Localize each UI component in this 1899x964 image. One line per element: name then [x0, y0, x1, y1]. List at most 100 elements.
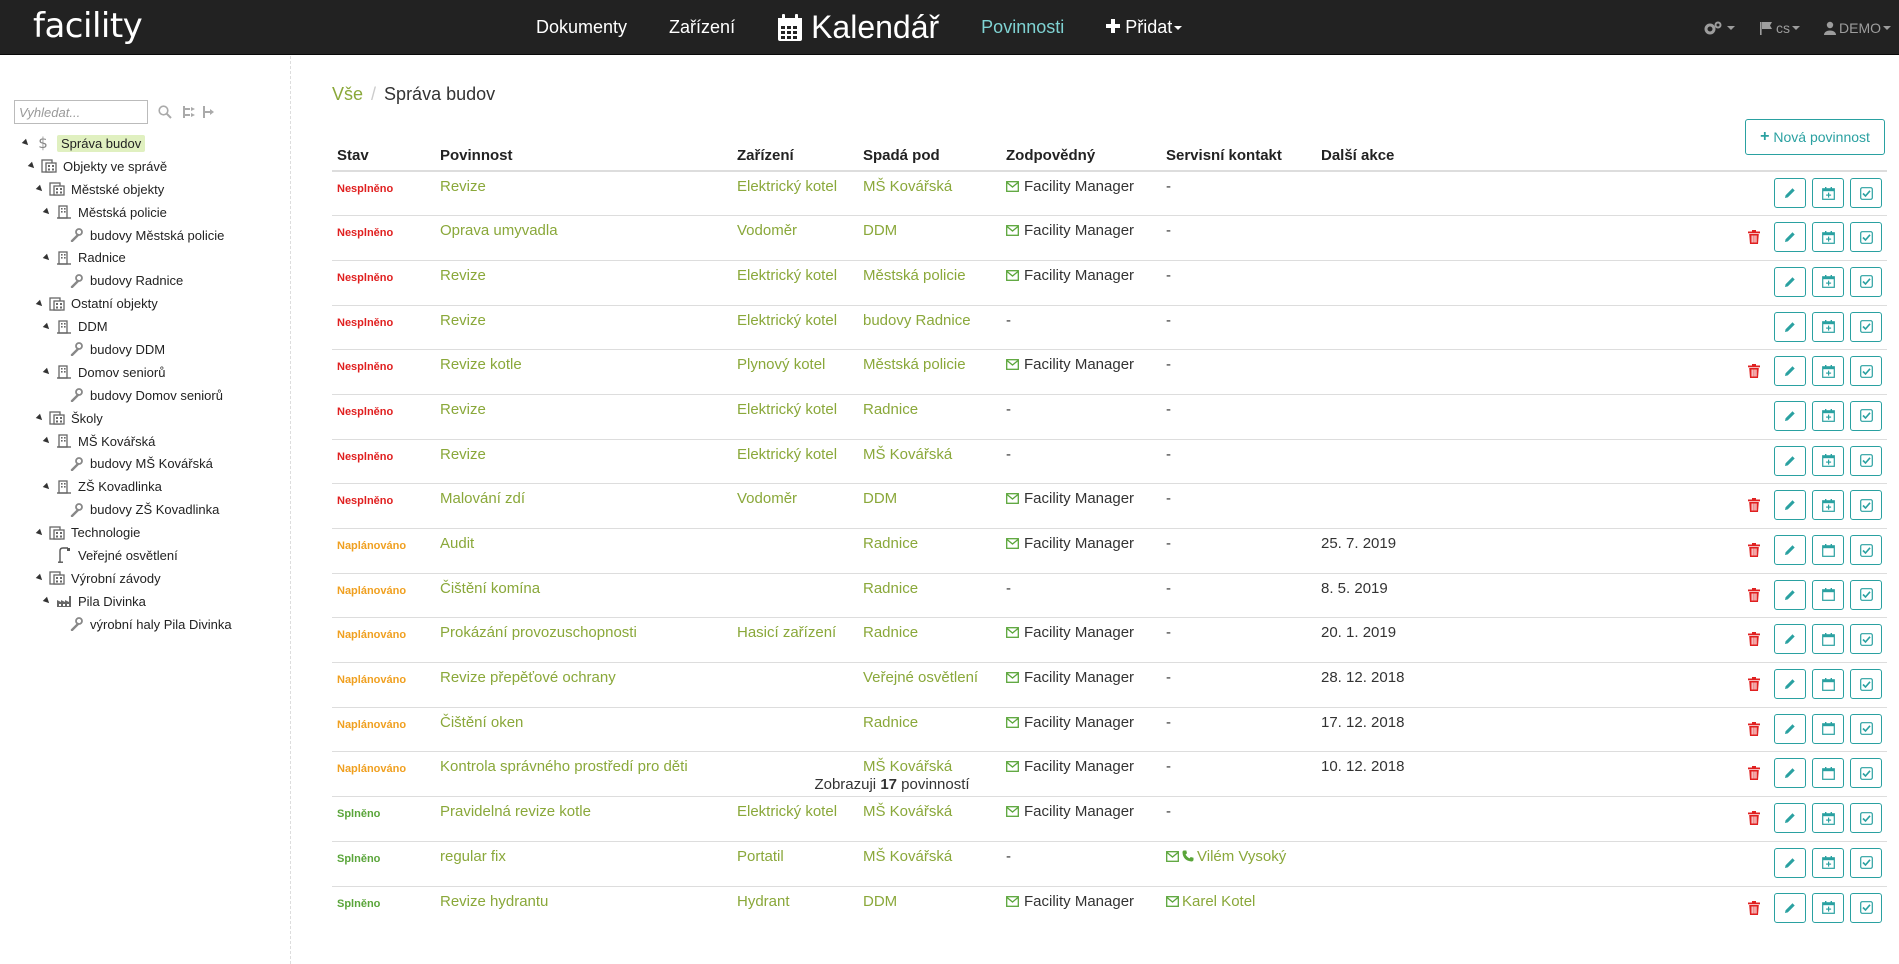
tree-node[interactable]: budovy Radnice	[14, 269, 290, 292]
trash-icon[interactable]	[1748, 900, 1762, 915]
belongs-to-link[interactable]: DDM	[863, 222, 897, 239]
expand-toggle-icon[interactable]	[35, 574, 45, 583]
obligation-link[interactable]: Revize kotle	[440, 356, 522, 373]
trash-icon[interactable]	[1748, 498, 1762, 513]
responsible-person[interactable]: Facility Manager	[1006, 669, 1134, 686]
belongs-to-link[interactable]: Radnice	[863, 580, 918, 597]
breadcrumb-root[interactable]: Vše	[332, 84, 363, 104]
expand-toggle-icon[interactable]	[42, 322, 52, 331]
schedule-button[interactable]	[1812, 713, 1844, 744]
nav-dokumenty[interactable]: Dokumenty	[536, 17, 627, 38]
expand-toggle-icon[interactable]	[42, 253, 52, 263]
trash-icon[interactable]	[1748, 677, 1762, 692]
service-contact[interactable]: Karel Kotel	[1166, 893, 1255, 910]
user-dropdown[interactable]: DEMO	[1824, 20, 1891, 36]
obligation-link[interactable]: Malování zdí	[440, 490, 525, 507]
tree-node[interactable]: ZŠ Kovadlinka	[14, 475, 290, 498]
tree-node[interactable]: $ Správa budov	[14, 132, 290, 155]
collapse-all-icon[interactable]	[202, 105, 214, 119]
schedule-button[interactable]	[1812, 579, 1844, 610]
responsible-person[interactable]: Facility Manager	[1006, 893, 1134, 910]
expand-toggle-icon[interactable]	[21, 139, 31, 148]
responsible-person[interactable]: Facility Manager	[1006, 267, 1134, 284]
logo[interactable]: facility	[33, 6, 143, 46]
schedule-button[interactable]	[1812, 356, 1844, 387]
equipment-link[interactable]: Elektrický kotel	[737, 312, 837, 329]
nav-zarizeni[interactable]: Zařízení	[669, 17, 735, 38]
obligation-link[interactable]: Revize	[440, 312, 486, 329]
belongs-to-link[interactable]: Městská policie	[863, 356, 966, 373]
schedule-button[interactable]	[1812, 266, 1844, 297]
belongs-to-link[interactable]: DDM	[863, 893, 897, 910]
obligation-link[interactable]: Prokázání provozuschopnosti	[440, 624, 637, 641]
equipment-link[interactable]: Elektrický kotel	[737, 267, 837, 284]
obligation-link[interactable]: Čištění oken	[440, 714, 523, 731]
responsible-person[interactable]: Facility Manager	[1006, 535, 1134, 552]
language-dropdown[interactable]: cs	[1759, 20, 1800, 36]
trash-icon[interactable]	[1748, 721, 1762, 736]
belongs-to-link[interactable]: Veřejné osvětlení	[863, 669, 978, 686]
obligation-link[interactable]: Kontrola správného prostředí pro děti	[440, 758, 688, 775]
tree-node[interactable]: DDM	[14, 315, 290, 338]
belongs-to-link[interactable]: DDM	[863, 490, 897, 507]
equipment-link[interactable]: Elektrický kotel	[737, 178, 837, 195]
col-header-povinnost[interactable]: Povinnost	[435, 134, 732, 172]
edit-button[interactable]	[1774, 356, 1806, 387]
col-header-zodpovedny[interactable]: Zodpovědný	[1001, 134, 1161, 172]
complete-button[interactable]	[1850, 892, 1882, 923]
equipment-link[interactable]: Elektrický kotel	[737, 446, 837, 463]
tree-node[interactable]: Školy	[14, 407, 290, 430]
obligation-link[interactable]: Pravidelná revize kotle	[440, 803, 591, 820]
obligation-link[interactable]: Revize	[440, 401, 486, 418]
schedule-button[interactable]	[1812, 445, 1844, 476]
tree-node[interactable]: Radnice	[14, 246, 290, 269]
responsible-person[interactable]: Facility Manager	[1006, 490, 1134, 507]
responsible-person[interactable]: Facility Manager	[1006, 222, 1134, 239]
trash-icon[interactable]	[1748, 811, 1762, 826]
edit-button[interactable]	[1774, 669, 1806, 700]
edit-button[interactable]	[1774, 892, 1806, 923]
obligation-link[interactable]: Revize	[440, 178, 486, 195]
schedule-button[interactable]	[1812, 222, 1844, 253]
belongs-to-link[interactable]: MŠ Kovářská	[863, 446, 952, 463]
complete-button[interactable]	[1850, 579, 1882, 610]
complete-button[interactable]	[1850, 758, 1882, 789]
nav-povinnosti[interactable]: Povinnosti	[981, 17, 1064, 38]
expand-toggle-icon[interactable]	[35, 413, 45, 423]
edit-button[interactable]	[1774, 713, 1806, 744]
schedule-button[interactable]	[1812, 535, 1844, 565]
obligation-link[interactable]: Revize přepěťové ochrany	[440, 669, 616, 686]
edit-button[interactable]	[1774, 579, 1806, 610]
equipment-link[interactable]: Hasicí zařízení	[737, 624, 836, 641]
equipment-link[interactable]: Elektrický kotel	[737, 803, 837, 820]
schedule-button[interactable]	[1812, 669, 1844, 700]
complete-button[interactable]	[1850, 400, 1882, 431]
obligation-link[interactable]: Čištění komína	[440, 580, 540, 597]
nav-pridat-dropdown[interactable]: Přidat	[1106, 17, 1183, 38]
belongs-to-link[interactable]: Radnice	[863, 714, 918, 731]
tree-node[interactable]: budovy Městská policie	[14, 224, 290, 247]
schedule-button[interactable]	[1812, 758, 1844, 789]
edit-button[interactable]	[1774, 222, 1806, 253]
expand-toggle-icon[interactable]	[35, 299, 45, 308]
expand-toggle-icon[interactable]	[42, 368, 52, 377]
trash-icon[interactable]	[1748, 587, 1762, 602]
settings-dropdown[interactable]	[1704, 21, 1735, 35]
expand-toggle-icon[interactable]	[35, 528, 45, 537]
expand-toggle-icon[interactable]	[35, 184, 45, 194]
edit-button[interactable]	[1774, 758, 1806, 789]
expand-toggle-icon[interactable]	[42, 207, 52, 217]
tree-node[interactable]: Městská policie	[14, 201, 290, 224]
tree-node[interactable]: budovy MŠ Kovářská	[14, 452, 290, 475]
complete-button[interactable]	[1850, 490, 1882, 521]
obligation-link[interactable]: Audit	[440, 535, 474, 552]
obligation-link[interactable]: regular fix	[440, 848, 506, 865]
tree-node[interactable]: Ostatní objekty	[14, 292, 290, 315]
belongs-to-link[interactable]: Radnice	[863, 401, 918, 418]
trash-icon[interactable]	[1748, 632, 1762, 647]
belongs-to-link[interactable]: Radnice	[863, 624, 918, 641]
expand-toggle-icon[interactable]	[42, 482, 52, 492]
schedule-button[interactable]	[1812, 490, 1844, 521]
responsible-person[interactable]: Facility Manager	[1006, 624, 1134, 641]
complete-button[interactable]	[1850, 356, 1882, 387]
